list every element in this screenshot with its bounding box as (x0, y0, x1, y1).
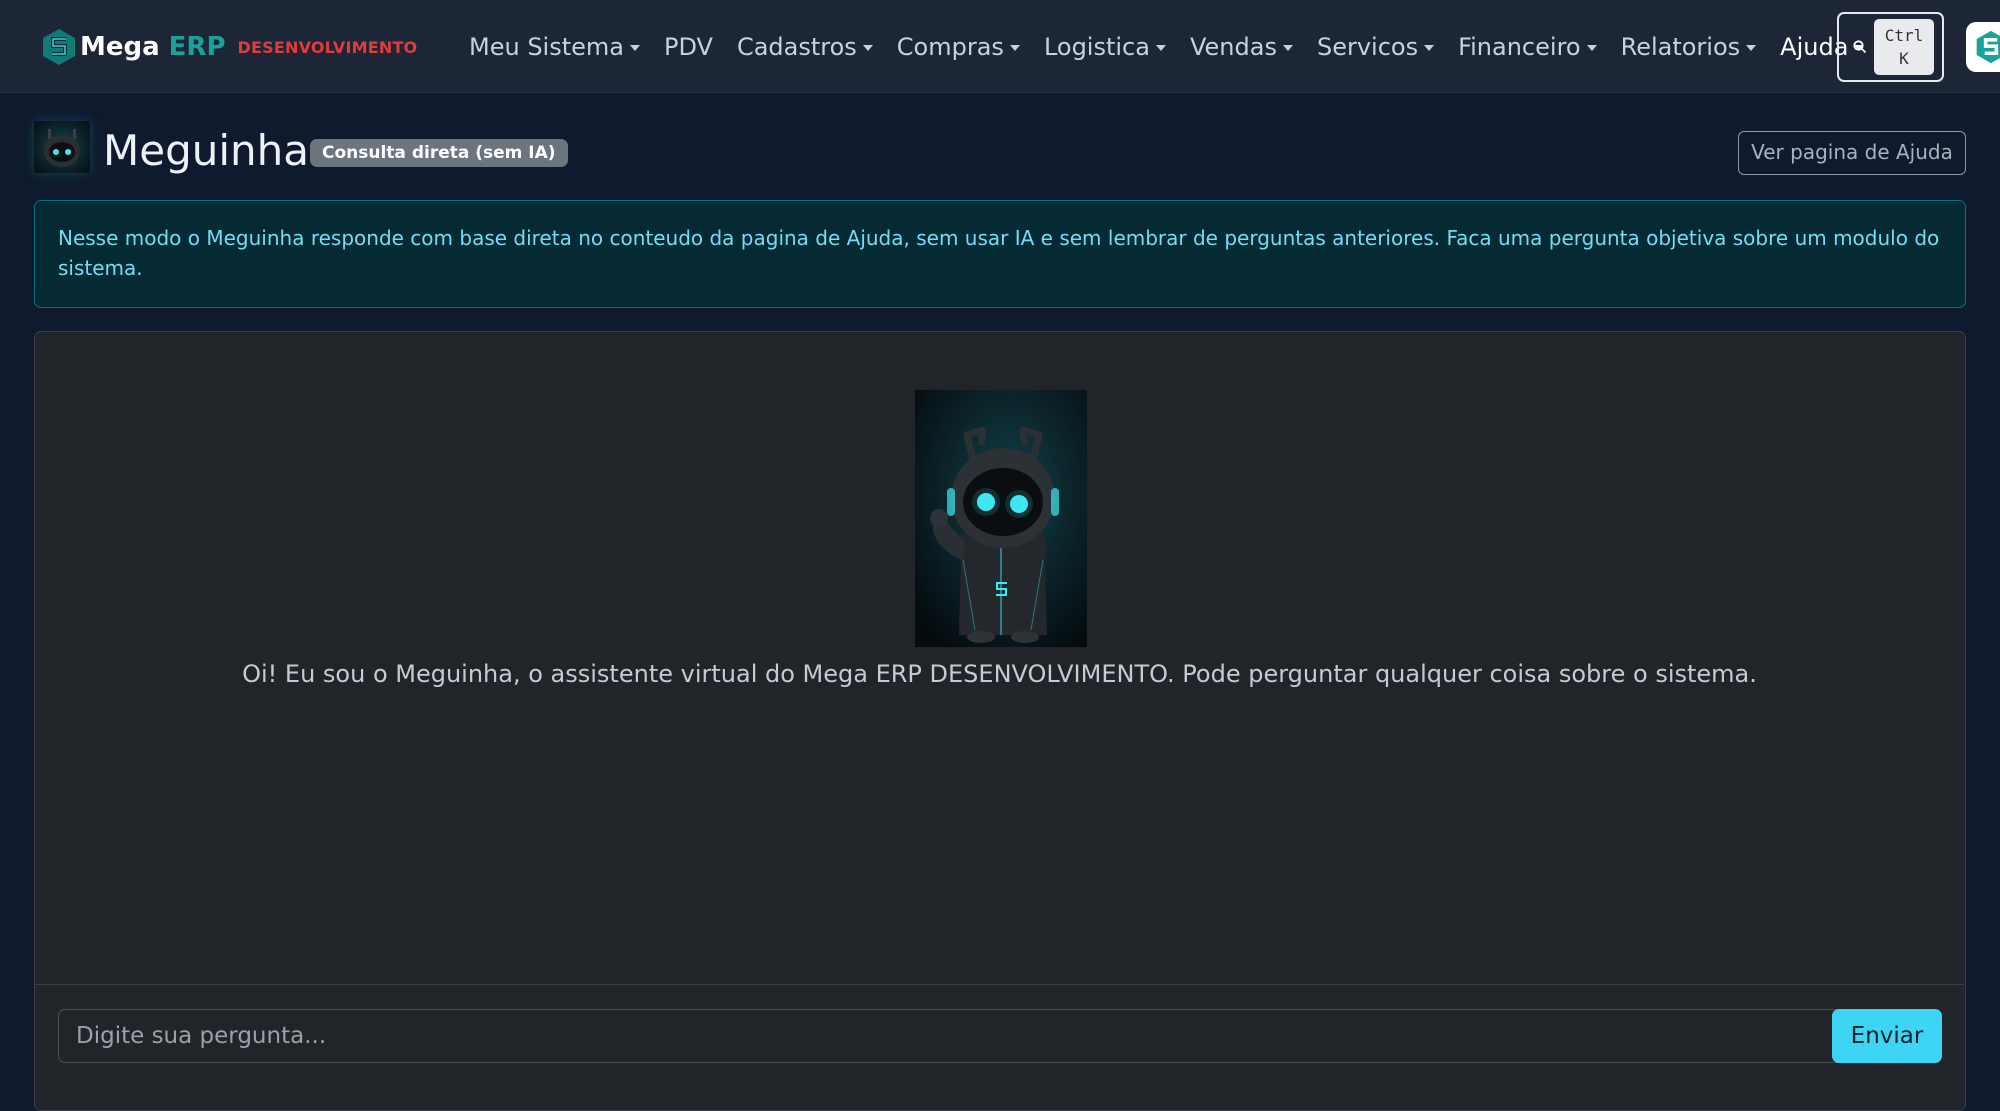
top-navbar: Mega ERP DESENVOLVIMENTO Meu Sistema PDV… (0, 0, 2000, 93)
mode-badge: Consulta direta (sem IA) (310, 139, 568, 167)
view-help-page-button[interactable]: Ver pagina de Ajuda (1738, 131, 1966, 175)
page-title: Meguinha (103, 126, 310, 175)
brand-logo-icon (43, 29, 75, 65)
info-alert: Nesse modo o Meguinha responde com base … (34, 200, 1966, 308)
nav-item-logistica[interactable]: Logistica (1044, 33, 1166, 61)
nav-item-label: Meu Sistema (469, 32, 624, 61)
nav-item-meu-sistema[interactable]: Meu Sistema (469, 33, 640, 61)
nav-item-label: Compras (896, 32, 1004, 61)
meguinha-avatar (34, 121, 90, 173)
nav-item-label: PDV (663, 32, 713, 61)
nav-item-relatorios[interactable]: Relatorios (1621, 33, 1757, 61)
caret-down-icon (629, 44, 640, 51)
global-search-button[interactable]: Ctrl K (1837, 12, 1944, 82)
welcome-message: Oi! Eu sou o Meguinha, o assistente virt… (242, 660, 1757, 688)
nav-item-label: Servicos (1316, 32, 1419, 61)
chat-messages-area: Oi! Eu sou o Meguinha, o assistente virt… (35, 332, 1964, 984)
info-alert-text: Nesse modo o Meguinha responde com base … (58, 226, 1940, 280)
nav-item-cadastros[interactable]: Cadastros (737, 33, 873, 61)
caret-down-icon (1586, 44, 1597, 51)
caret-down-icon (1424, 44, 1435, 51)
nav-item-financeiro[interactable]: Financeiro (1458, 33, 1597, 61)
caret-down-icon (1009, 44, 1020, 51)
nav-item-label: Relatorios (1620, 32, 1741, 61)
chat-card: Oi! Eu sou o Meguinha, o assistente virt… (34, 331, 1966, 1111)
caret-down-icon (862, 44, 873, 51)
user-menu-logo[interactable] (1966, 22, 2000, 72)
caret-down-icon (1155, 44, 1166, 51)
nav-item-servicos[interactable]: Servicos (1316, 32, 1435, 61)
nav-item-label: Vendas (1189, 32, 1277, 61)
brand-link[interactable]: Mega ERP DESENVOLVIMENTO (42, 26, 417, 68)
chat-input-bar: Enviar (35, 984, 1964, 1111)
nav-item-vendas[interactable]: Vendas (1190, 33, 1293, 61)
nav-item-label: Cadastros (736, 32, 857, 61)
nav-item-label: Logistica (1043, 32, 1150, 61)
nav-item-label: Financeiro (1458, 32, 1581, 61)
robot-mascot-icon (915, 390, 1087, 647)
robot-avatar-icon (34, 121, 90, 173)
brand-name-secondary: ERP (168, 32, 226, 62)
shortcut-key-k: K (1899, 49, 1909, 68)
environment-label: DESENVOLVIMENTO (237, 37, 418, 57)
brand-name-primary: Mega (80, 32, 160, 62)
nav-item-compras[interactable]: Compras (897, 33, 1020, 61)
main-nav: Meu Sistema PDV Cadastros Compras Logist… (469, 0, 1888, 93)
nav-item-pdv[interactable]: PDV (664, 33, 713, 61)
caret-down-icon (1282, 44, 1293, 51)
search-icon (1853, 40, 1867, 54)
question-input[interactable] (58, 1009, 1855, 1063)
brand-logo-icon (1976, 30, 2000, 64)
meguinha-illustration (915, 390, 1087, 647)
caret-down-icon (1746, 44, 1757, 51)
keyboard-shortcut-badge: Ctrl K (1874, 19, 1934, 75)
send-button[interactable]: Enviar (1832, 1009, 1942, 1063)
shortcut-key-ctrl: Ctrl (1884, 26, 1924, 45)
